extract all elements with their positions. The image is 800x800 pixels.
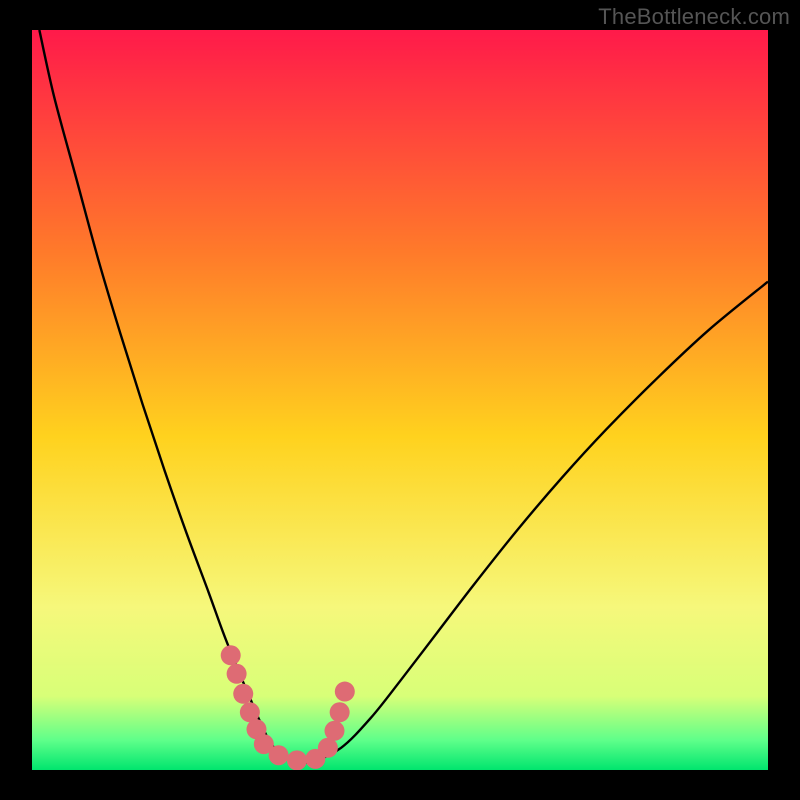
chart-svg [32,30,768,770]
curve-marker [287,750,307,770]
curve-marker [221,645,241,665]
watermark-text: TheBottleneck.com [598,4,790,30]
curve-marker [227,664,247,684]
chart-container: TheBottleneck.com [0,0,800,800]
curve-marker [330,702,350,722]
curve-marker [325,721,345,741]
curve-marker [318,738,338,758]
curve-marker [335,682,355,702]
plot-area [32,30,768,770]
curve-marker [233,684,253,704]
curve-marker [240,702,260,722]
curve-marker [269,745,289,765]
